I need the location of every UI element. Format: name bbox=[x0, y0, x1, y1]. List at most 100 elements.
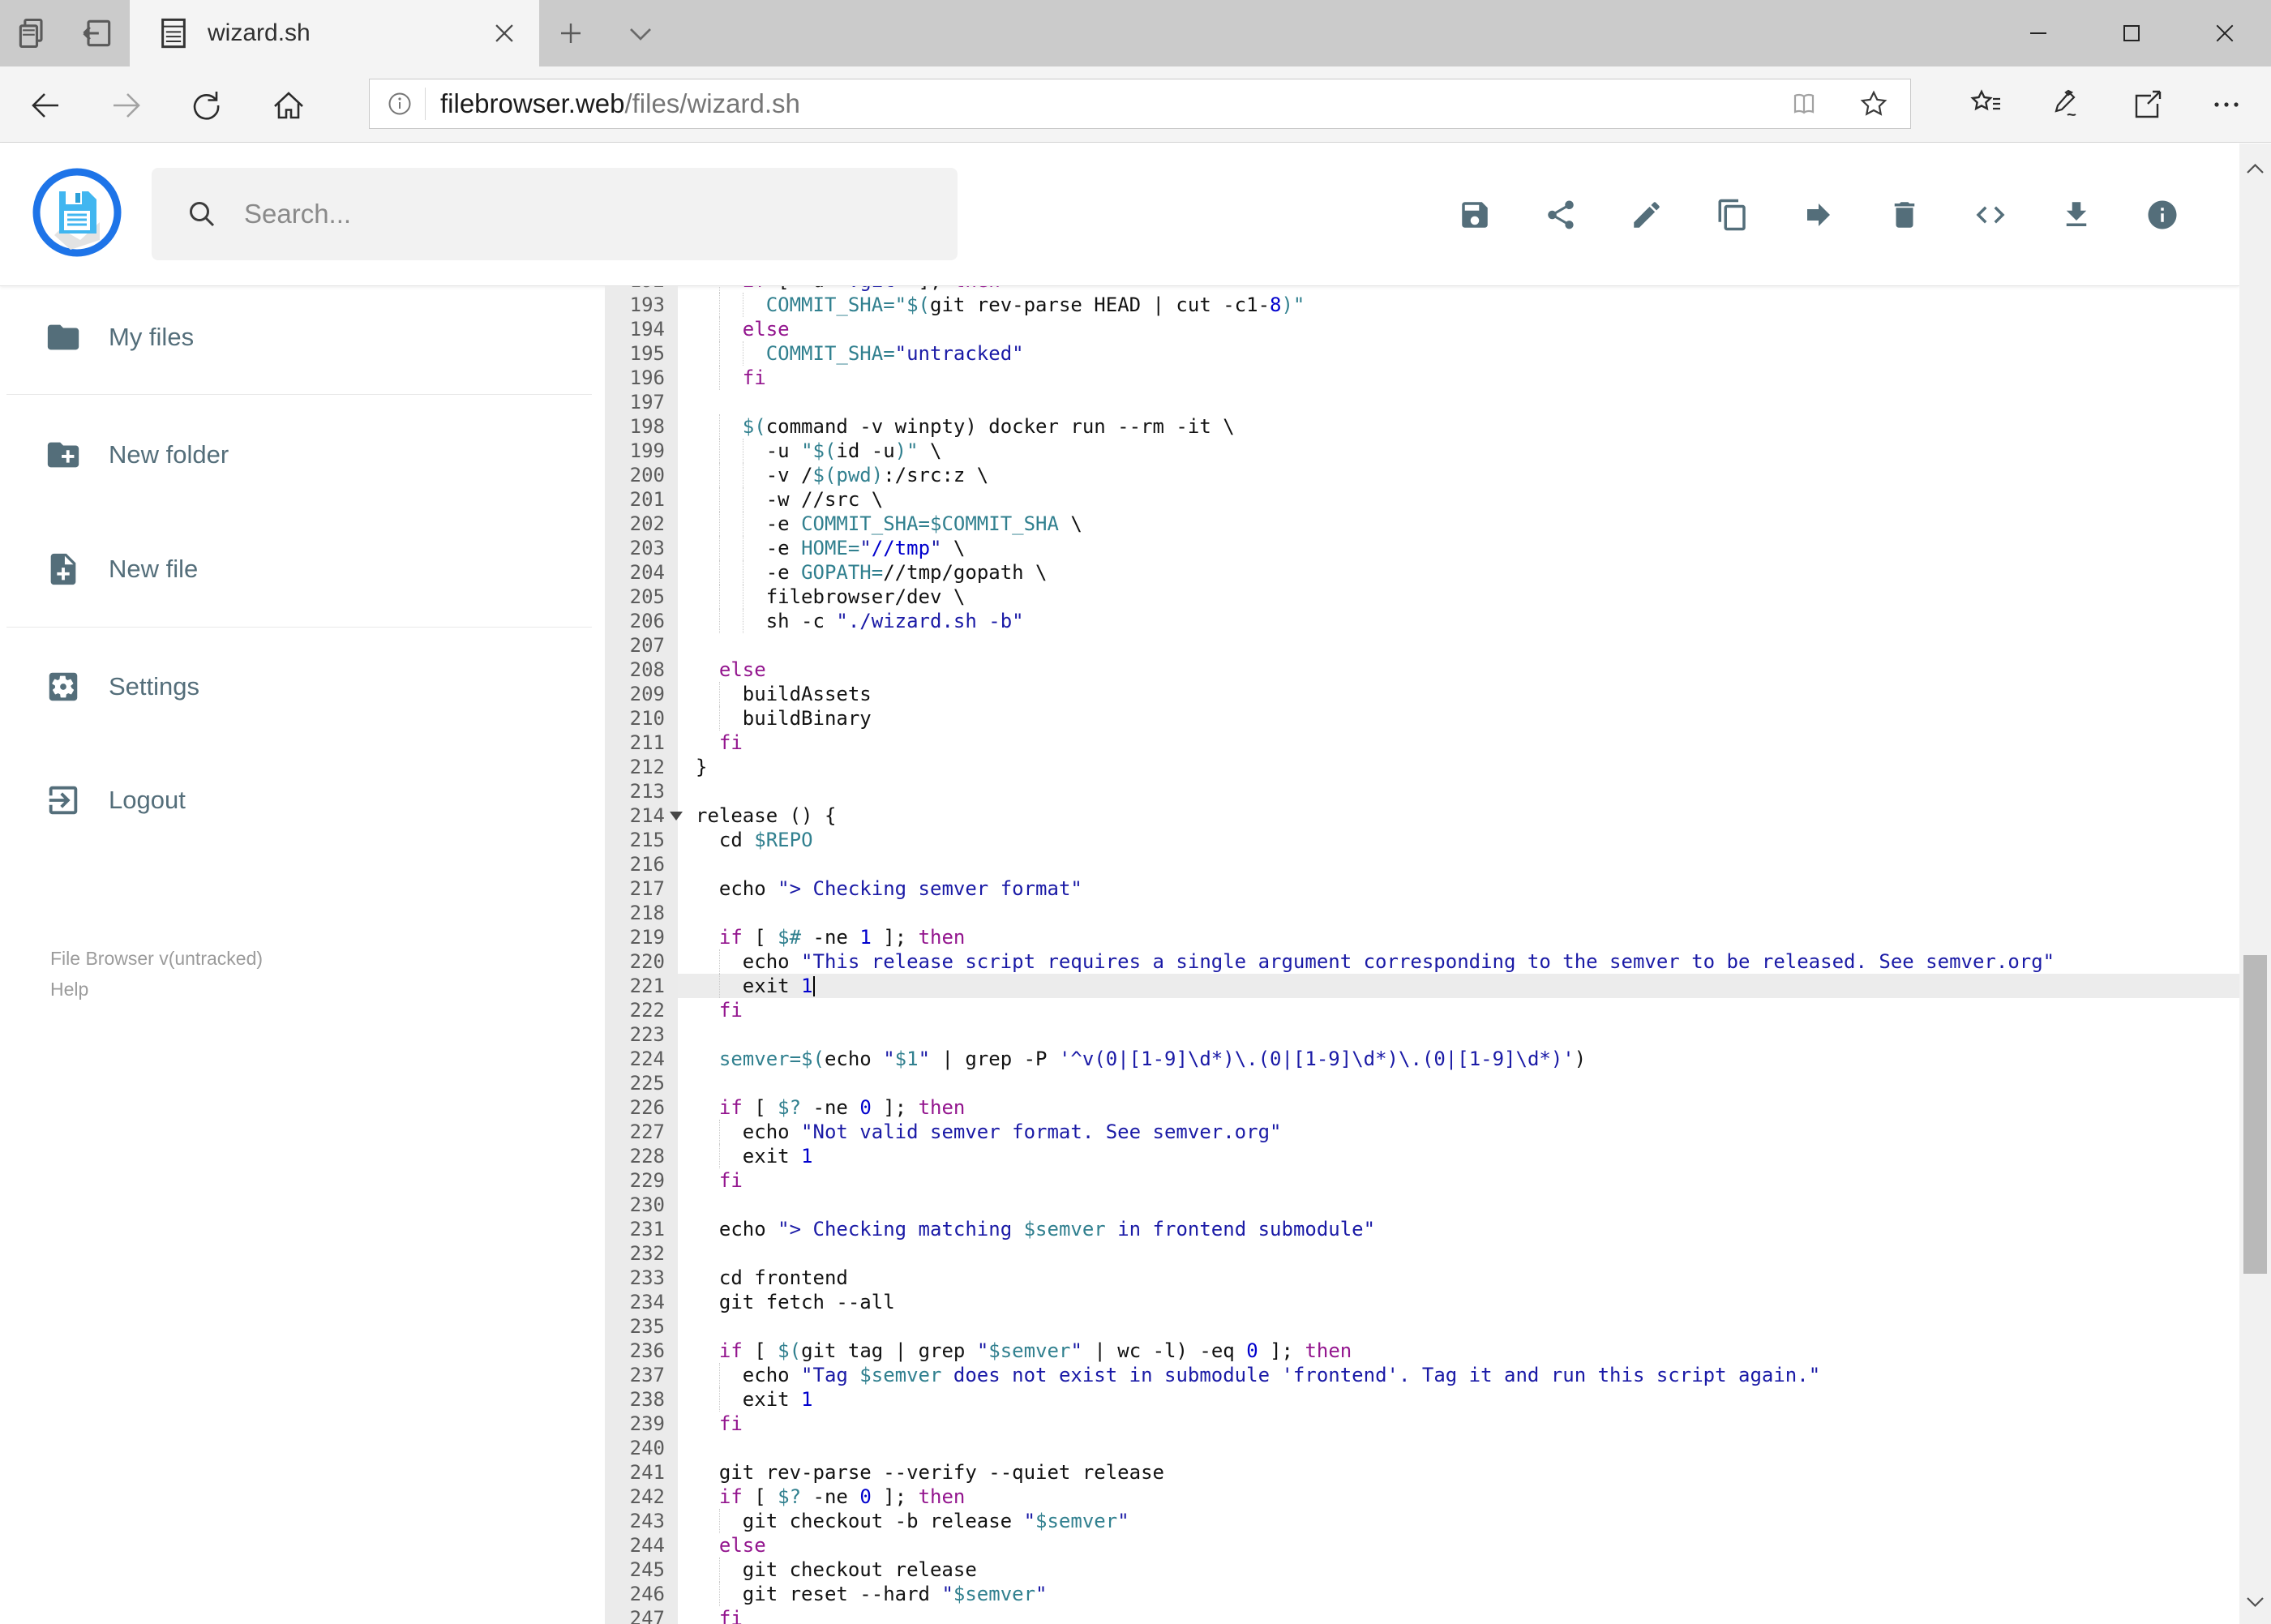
code-line[interactable]: 200 -v /$(pwd):/src:z \ bbox=[605, 463, 2239, 487]
code-line[interactable]: 223 bbox=[605, 1022, 2239, 1047]
code-line[interactable]: 213 bbox=[605, 779, 2239, 803]
save-action-icon[interactable] bbox=[1458, 198, 1492, 232]
gutter-line-number[interactable]: 225 bbox=[605, 1071, 665, 1095]
gutter-line-number[interactable]: 228 bbox=[605, 1144, 665, 1168]
sidebar-item-new-folder[interactable]: New folder bbox=[0, 403, 604, 507]
code-line[interactable]: 236 if [ $(git tag | grep "$semver" | wc… bbox=[605, 1339, 2239, 1363]
forward-icon[interactable] bbox=[108, 87, 145, 124]
code-line[interactable]: 195 COMMIT_SHA="untracked" bbox=[605, 341, 2239, 366]
code-line[interactable]: 241 git rev-parse --verify --quiet relea… bbox=[605, 1460, 2239, 1485]
code-line[interactable]: 193 COMMIT_SHA="$(git rev-parse HEAD | c… bbox=[605, 293, 2239, 317]
close-window-button[interactable] bbox=[2178, 0, 2271, 66]
gutter-line-number[interactable]: 206 bbox=[605, 609, 665, 633]
gutter-line-number[interactable]: 203 bbox=[605, 536, 665, 560]
code-line[interactable]: 196 fi bbox=[605, 366, 2239, 390]
code-line[interactable]: 209 buildAssets bbox=[605, 682, 2239, 706]
code-line[interactable]: 239 fi bbox=[605, 1412, 2239, 1436]
code-line[interactable]: 216 bbox=[605, 852, 2239, 876]
gutter-line-number[interactable]: 202 bbox=[605, 512, 665, 536]
back-icon[interactable] bbox=[27, 87, 64, 124]
code-line[interactable]: 238 exit 1 bbox=[605, 1387, 2239, 1412]
web-notes-pen-icon[interactable] bbox=[2046, 86, 2084, 123]
code-line[interactable]: 237 echo "Tag $semver does not exist in … bbox=[605, 1363, 2239, 1387]
code-line[interactable]: 205 filebrowser/dev \ bbox=[605, 585, 2239, 609]
sidebar-item-new-file[interactable]: New file bbox=[0, 517, 604, 621]
gutter-line-number[interactable]: 242 bbox=[605, 1485, 665, 1509]
share-action-icon[interactable] bbox=[1544, 198, 1578, 232]
scroll-up-icon[interactable] bbox=[2244, 158, 2266, 180]
gutter-line-number[interactable]: 241 bbox=[605, 1460, 665, 1485]
gutter-line-number[interactable]: 209 bbox=[605, 682, 665, 706]
gutter-line-number[interactable]: 231 bbox=[605, 1217, 665, 1241]
more-options-icon[interactable] bbox=[2208, 86, 2245, 123]
scroll-down-icon[interactable] bbox=[2244, 1591, 2266, 1613]
gutter-line-number[interactable]: 238 bbox=[605, 1387, 665, 1412]
filebrowser-logo[interactable] bbox=[30, 165, 124, 259]
refresh-icon[interactable] bbox=[187, 87, 225, 124]
code-line[interactable]: 211 fi bbox=[605, 731, 2239, 755]
code-line[interactable]: 221 exit 1 bbox=[605, 974, 2239, 998]
code-line[interactable]: 214 release () { bbox=[605, 803, 2239, 828]
info-action-icon[interactable] bbox=[2145, 198, 2179, 232]
code-line[interactable]: 210 buildBinary bbox=[605, 706, 2239, 731]
gutter-line-number[interactable]: 244 bbox=[605, 1533, 665, 1558]
code-line[interactable]: 240 bbox=[605, 1436, 2239, 1460]
gutter-line-number[interactable]: 221 bbox=[605, 974, 665, 998]
gutter-line-number[interactable]: 235 bbox=[605, 1314, 665, 1339]
gutter-line-number[interactable]: 223 bbox=[605, 1022, 665, 1047]
gutter-line-number[interactable]: 212 bbox=[605, 755, 665, 779]
page-scrollbar[interactable] bbox=[2239, 144, 2271, 1624]
gutter-line-number[interactable]: 224 bbox=[605, 1047, 665, 1071]
search-input[interactable] bbox=[242, 198, 958, 230]
gutter-line-number[interactable]: 247 bbox=[605, 1606, 665, 1624]
gutter-line-number[interactable]: 243 bbox=[605, 1509, 665, 1533]
code-line[interactable]: 207 bbox=[605, 633, 2239, 658]
address-bar[interactable]: filebrowser.web/files/wizard.sh bbox=[369, 79, 1911, 129]
favorite-star-icon[interactable] bbox=[1858, 88, 1889, 119]
sidebar-item-settings[interactable]: Settings bbox=[0, 635, 604, 739]
gutter-line-number[interactable]: 219 bbox=[605, 925, 665, 949]
favorites-hub-icon[interactable] bbox=[1968, 86, 2005, 123]
maximize-button[interactable] bbox=[2085, 0, 2178, 66]
tab-close-icon[interactable] bbox=[491, 19, 518, 47]
code-line[interactable]: 199 -u "$(id -u)" \ bbox=[605, 439, 2239, 463]
code-editor[interactable]: 192 if [ -d ".git" ]; then193 COMMIT_SHA… bbox=[605, 286, 2239, 1624]
code-line[interactable]: 229 fi bbox=[605, 1168, 2239, 1193]
gutter-line-number[interactable]: 232 bbox=[605, 1241, 665, 1266]
code-line[interactable]: 222 fi bbox=[605, 998, 2239, 1022]
delete-action-icon[interactable] bbox=[1888, 198, 1922, 232]
code-line[interactable]: 220 echo "This release script requires a… bbox=[605, 949, 2239, 974]
gutter-line-number[interactable]: 246 bbox=[605, 1582, 665, 1606]
gutter-line-number[interactable]: 199 bbox=[605, 439, 665, 463]
code-line[interactable]: 230 bbox=[605, 1193, 2239, 1217]
code-line[interactable]: 233 cd frontend bbox=[605, 1266, 2239, 1290]
gutter-line-number[interactable]: 227 bbox=[605, 1120, 665, 1144]
code-line[interactable]: 243 git checkout -b release "$semver" bbox=[605, 1509, 2239, 1533]
code-line[interactable]: 232 bbox=[605, 1241, 2239, 1266]
gutter-line-number[interactable]: 216 bbox=[605, 852, 665, 876]
new-tab-icon[interactable] bbox=[556, 19, 585, 48]
code-line[interactable]: 208 else bbox=[605, 658, 2239, 682]
sidebar-item-my-files[interactable]: My files bbox=[0, 292, 604, 383]
scrollbar-thumb[interactable] bbox=[2243, 955, 2267, 1274]
code-line[interactable]: 234 git fetch --all bbox=[605, 1290, 2239, 1314]
gutter-line-number[interactable]: 239 bbox=[605, 1412, 665, 1436]
gutter-line-number[interactable]: 233 bbox=[605, 1266, 665, 1290]
sidebar-item-logout[interactable]: Logout bbox=[0, 748, 604, 852]
gutter-line-number[interactable]: 222 bbox=[605, 998, 665, 1022]
code-line[interactable]: 204 -e GOPATH=//tmp/gopath \ bbox=[605, 560, 2239, 585]
code-line[interactable]: 206 sh -c "./wizard.sh -b" bbox=[605, 609, 2239, 633]
gutter-line-number[interactable]: 207 bbox=[605, 633, 665, 658]
gutter-line-number[interactable]: 192 bbox=[605, 286, 665, 293]
gutter-line-number[interactable]: 236 bbox=[605, 1339, 665, 1363]
gutter-line-number[interactable]: 220 bbox=[605, 949, 665, 974]
gutter-line-number[interactable]: 240 bbox=[605, 1436, 665, 1460]
code-line[interactable]: 192 if [ -d ".git" ]; then bbox=[605, 286, 2239, 293]
copy-action-icon[interactable] bbox=[1716, 198, 1750, 232]
gutter-line-number[interactable]: 201 bbox=[605, 487, 665, 512]
gutter-line-number[interactable]: 208 bbox=[605, 658, 665, 682]
code-line[interactable]: 228 exit 1 bbox=[605, 1144, 2239, 1168]
gutter-line-number[interactable]: 204 bbox=[605, 560, 665, 585]
gutter-line-number[interactable]: 215 bbox=[605, 828, 665, 852]
gutter-line-number[interactable]: 200 bbox=[605, 463, 665, 487]
